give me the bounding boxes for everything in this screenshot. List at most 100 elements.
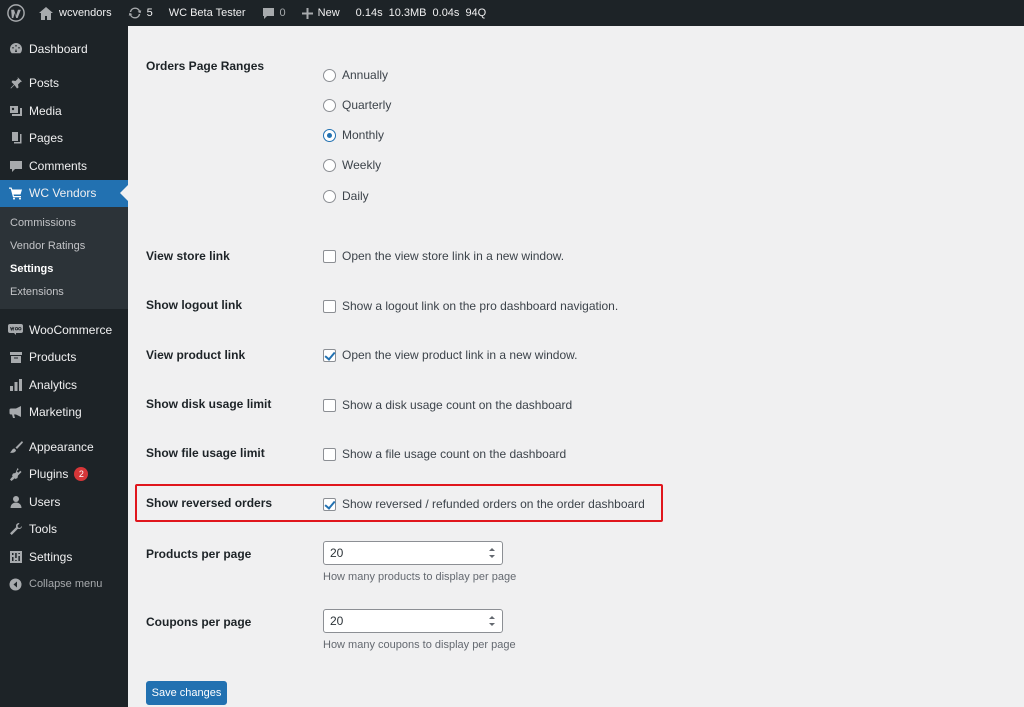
radio-daily[interactable]: Daily bbox=[323, 189, 369, 203]
show-file-usage-checkbox[interactable] bbox=[323, 447, 336, 461]
radio-daily-label: Daily bbox=[342, 189, 369, 203]
sidebar-item-users[interactable]: Users bbox=[0, 488, 128, 516]
sidebar-label-media: Media bbox=[29, 103, 62, 118]
sidebar-label-wc-vendors: WC Vendors bbox=[29, 186, 97, 201]
show-logout-link-label: Show logout link bbox=[146, 298, 242, 312]
plugins-update-badge: 2 bbox=[74, 467, 89, 482]
sidebar-item-products[interactable]: Products bbox=[0, 344, 128, 372]
sidebar-item-dashboard[interactable]: Dashboard bbox=[0, 35, 128, 63]
sidebar-item-marketing[interactable]: Marketing bbox=[0, 399, 128, 427]
show-logout-link-checkbox[interactable] bbox=[323, 299, 336, 313]
show-disk-usage-label: Show disk usage limit bbox=[146, 397, 272, 411]
show-file-usage-text: Show a file usage count on the dashboard bbox=[342, 447, 567, 461]
radio-annually-input[interactable] bbox=[323, 68, 336, 82]
stat-query-time: 0.04s bbox=[432, 7, 460, 19]
view-store-link-text: Open the view store link in a new window… bbox=[342, 249, 565, 263]
radio-daily-input[interactable] bbox=[323, 189, 336, 203]
site-name-link[interactable]: wcvendors bbox=[34, 0, 117, 26]
sidebar-item-media[interactable]: Media bbox=[0, 97, 128, 125]
sidebar-label-comments: Comments bbox=[29, 158, 88, 173]
sidebar-item-settings[interactable]: Settings bbox=[0, 543, 128, 571]
sidebar-item-analytics[interactable]: Analytics bbox=[0, 371, 128, 399]
sidebar-item-woocommerce[interactable]: WooCommerce bbox=[0, 316, 128, 344]
view-store-link-label: View store link bbox=[146, 249, 230, 263]
plus-icon bbox=[301, 7, 313, 19]
save-changes-button[interactable]: Save changes bbox=[146, 681, 227, 705]
view-product-link-checkbox[interactable] bbox=[323, 348, 336, 362]
products-per-page-input[interactable]: 20 bbox=[323, 541, 503, 565]
sidebar-label-posts: Posts bbox=[29, 76, 60, 91]
plugin-icon bbox=[8, 467, 23, 482]
sidebar-label-tools: Tools bbox=[29, 522, 58, 537]
wordpress-logo-icon[interactable] bbox=[0, 0, 28, 26]
sidebar-item-comments[interactable]: Comments bbox=[0, 152, 128, 180]
show-file-usage-label: Show file usage limit bbox=[146, 446, 265, 460]
radio-monthly-label: Monthly bbox=[342, 128, 385, 142]
sidebar-item-wc-vendors[interactable]: WC Vendors bbox=[0, 179, 128, 207]
submenu-item-vendor-ratings[interactable]: Vendor Ratings bbox=[0, 235, 128, 258]
refresh-icon bbox=[128, 7, 141, 19]
show-file-usage-field[interactable]: Show a file usage count on the dashboard bbox=[323, 447, 566, 461]
site-name: wcvendors bbox=[59, 7, 112, 19]
updates-link[interactable]: 5 bbox=[123, 0, 158, 26]
stat-memory: 10.3MB bbox=[388, 7, 427, 19]
radio-monthly-input[interactable] bbox=[323, 128, 336, 142]
show-reversed-orders-field[interactable]: Show reversed / refunded orders on the o… bbox=[323, 497, 645, 511]
beta-tester-link[interactable]: WC Beta Tester bbox=[164, 0, 251, 26]
collapse-menu-label: Collapse menu bbox=[29, 578, 103, 591]
sidebar-label-pages: Pages bbox=[29, 131, 64, 146]
media-icon bbox=[8, 103, 23, 118]
show-reversed-orders-checkbox[interactable] bbox=[323, 497, 336, 511]
coupons-per-page-description: How many coupons to display per page bbox=[323, 639, 516, 651]
show-disk-usage-field[interactable]: Show a disk usage count on the dashboard bbox=[323, 398, 572, 412]
query-stats[interactable]: 0.14s 10.3MB 0.04s 94Q bbox=[351, 0, 498, 26]
sidebar-item-plugins[interactable]: Plugins 2 bbox=[0, 461, 128, 489]
coupons-per-page-spinner-icon[interactable] bbox=[488, 614, 497, 628]
pushpin-icon bbox=[8, 76, 23, 91]
stat-page-time: 0.14s bbox=[355, 7, 383, 19]
sidebar-label-plugins: Plugins bbox=[29, 467, 69, 482]
submenu-item-extensions[interactable]: Extensions bbox=[0, 280, 128, 303]
view-store-link-field[interactable]: Open the view store link in a new window… bbox=[323, 249, 564, 263]
beta-tester-label: WC Beta Tester bbox=[168, 7, 246, 19]
show-reversed-orders-text: Show reversed / refunded orders on the o… bbox=[342, 497, 645, 511]
sidebar-label-dashboard: Dashboard bbox=[29, 41, 88, 56]
show-logout-link-field[interactable]: Show a logout link on the pro dashboard … bbox=[323, 299, 618, 313]
comments-link[interactable]: 0 bbox=[257, 0, 291, 26]
products-per-page-description: How many products to display per page bbox=[323, 571, 517, 583]
updates-count: 5 bbox=[146, 7, 153, 19]
radio-annually-label: Annually bbox=[342, 68, 389, 82]
submenu-item-commissions[interactable]: Commissions bbox=[0, 212, 128, 235]
collapse-arrow-icon bbox=[8, 577, 23, 592]
admin-sidebar: Dashboard Posts Media Pages Comments WC … bbox=[0, 26, 128, 707]
show-disk-usage-checkbox[interactable] bbox=[323, 398, 336, 412]
show-logout-link-text: Show a logout link on the pro dashboard … bbox=[342, 299, 619, 313]
collapse-menu-button[interactable]: Collapse menu bbox=[0, 571, 128, 599]
admin-bar: wcvendors 5 WC Beta Tester 0 New 0.14s 1… bbox=[0, 0, 1024, 26]
sidebar-item-tools[interactable]: Tools bbox=[0, 516, 128, 544]
radio-weekly-label: Weekly bbox=[342, 158, 382, 172]
radio-annually[interactable]: Annually bbox=[323, 68, 388, 82]
sidebar-item-pages[interactable]: Pages bbox=[0, 125, 128, 153]
view-product-link-field[interactable]: Open the view product link in a new wind… bbox=[323, 348, 577, 362]
sidebar-label-woocommerce: WooCommerce bbox=[29, 322, 113, 337]
sidebar-item-appearance[interactable]: Appearance bbox=[0, 433, 128, 461]
radio-quarterly-input[interactable] bbox=[323, 98, 336, 112]
coupons-per-page-input[interactable]: 20 bbox=[323, 609, 503, 633]
comment-icon bbox=[262, 7, 274, 19]
submenu-item-settings[interactable]: Settings bbox=[0, 258, 128, 281]
view-product-link-label: View product link bbox=[146, 348, 246, 362]
comments-icon bbox=[8, 158, 23, 173]
radio-weekly-input[interactable] bbox=[323, 158, 336, 172]
new-content-link[interactable]: New bbox=[297, 0, 345, 26]
radio-weekly[interactable]: Weekly bbox=[323, 158, 381, 172]
sidebar-label-marketing: Marketing bbox=[29, 405, 82, 420]
bar-chart-icon bbox=[8, 377, 23, 392]
view-store-link-checkbox[interactable] bbox=[323, 249, 336, 263]
sidebar-item-posts[interactable]: Posts bbox=[0, 70, 128, 98]
radio-monthly[interactable]: Monthly bbox=[323, 128, 384, 142]
products-per-page-spinner-icon[interactable] bbox=[488, 546, 497, 560]
cart-icon bbox=[8, 186, 23, 201]
sidebar-label-settings: Settings bbox=[29, 549, 73, 564]
radio-quarterly[interactable]: Quarterly bbox=[323, 98, 391, 112]
